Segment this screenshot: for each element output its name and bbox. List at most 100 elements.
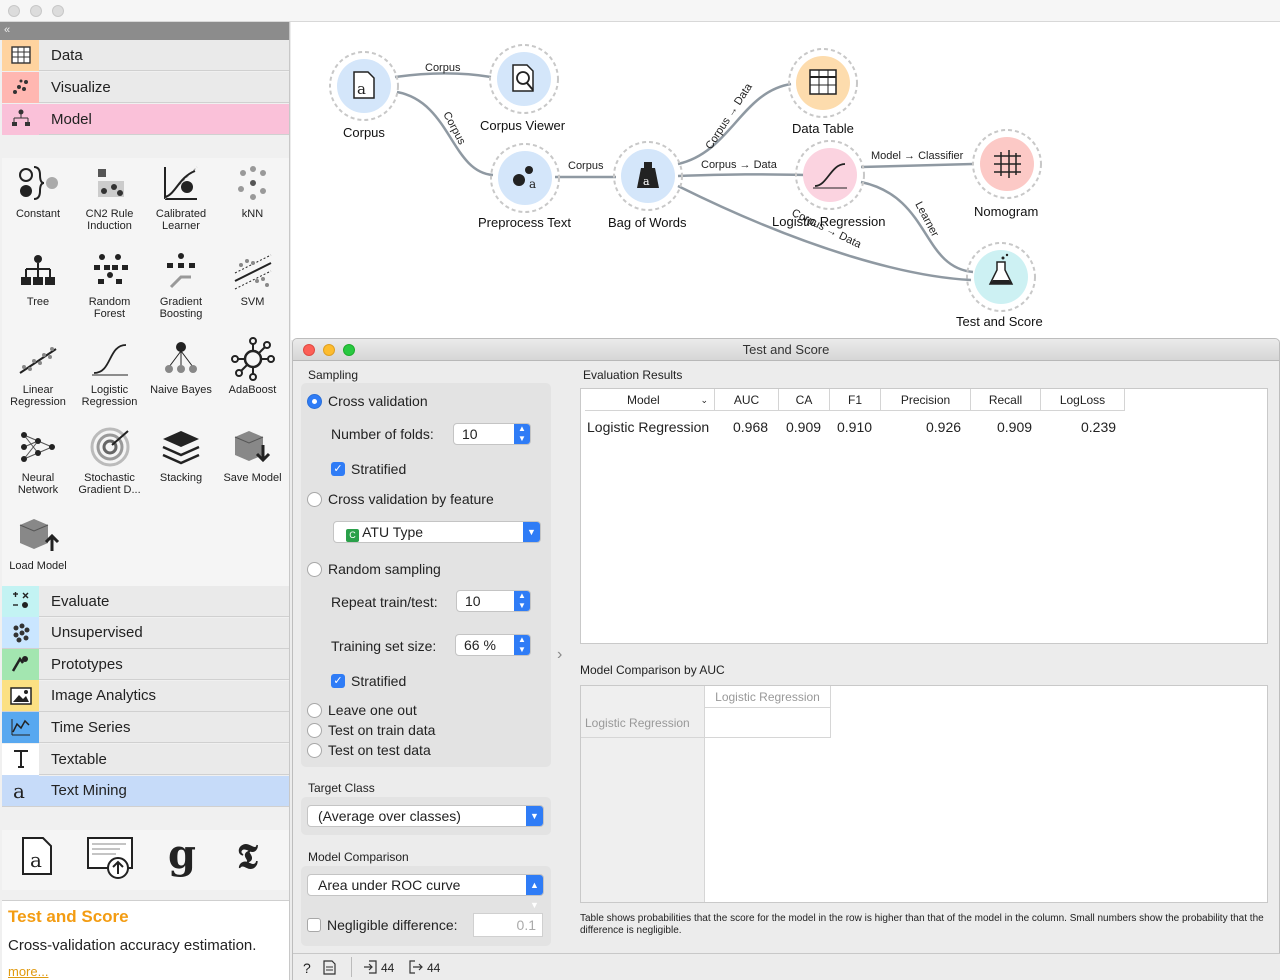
evaluation-results-table[interactable]: Model ⌄ AUC CA F1 Precision Recall LogLos… — [580, 388, 1268, 644]
more-link[interactable]: more... — [8, 964, 283, 979]
widget-logistic-regression[interactable]: Logistic Regression — [75, 336, 145, 408]
category-prototypes[interactable]: Prototypes — [2, 648, 289, 681]
category-textable[interactable]: Textable — [2, 743, 289, 775]
widget-label: Tree — [26, 296, 50, 308]
column-header-logloss[interactable]: LogLoss — [1041, 389, 1125, 411]
workflow-canvas[interactable]: Corpus Corpus Corpus Corpus → Data Corpu… — [291, 22, 1280, 340]
training-size-spinbox[interactable]: 66 % ▲ ▼ — [455, 634, 531, 656]
widget-label: Load Model — [9, 560, 67, 572]
widget-tree[interactable]: Tree — [3, 248, 73, 308]
widget-label: Random Forest — [88, 296, 131, 320]
cv-by-feature-radio[interactable]: Cross validation by feature — [307, 491, 494, 507]
category-model[interactable]: Model — [2, 103, 289, 135]
node-logistic-regression[interactable] — [795, 140, 865, 210]
minimize-dialog-button[interactable] — [323, 344, 335, 356]
widget-svm[interactable]: SVM — [218, 248, 288, 308]
tree-icon — [2, 103, 39, 135]
comparison-table[interactable]: Logistic Regression Logistic Regression — [580, 685, 1268, 903]
knn-icon — [218, 160, 288, 206]
random-sampling-radio[interactable]: Random sampling — [307, 561, 441, 577]
widget-save-model[interactable]: Save Model — [218, 424, 288, 484]
leave-one-out-radio[interactable]: Leave one out — [307, 702, 417, 718]
chevron-right-icon[interactable]: › — [557, 646, 562, 664]
zoom-dialog-button[interactable] — [343, 344, 355, 356]
stratified-random-checkbox[interactable]: ✓ Stratified — [331, 673, 406, 689]
output-count: 44 — [427, 961, 441, 975]
widget-constant[interactable]: Constant — [3, 160, 73, 220]
cross-validation-radio[interactable]: Cross validation — [307, 393, 428, 409]
node-label: Test and Score — [956, 314, 1043, 329]
widget-load-model[interactable]: Load Model — [3, 512, 73, 572]
dialog-title: Test and Score — [742, 342, 830, 357]
nyt-icon[interactable]: 𝕿 — [236, 834, 272, 881]
table-cell-ca: 0.909 — [786, 419, 822, 435]
widget-linear-regression[interactable]: Linear Regression — [3, 336, 73, 408]
node-bag-of-words[interactable]: a — [613, 141, 683, 211]
category-text-mining[interactable]: a Text Mining — [2, 775, 289, 807]
widget-stacking[interactable]: Stacking — [146, 424, 216, 484]
test-and-score-dialog: Test and Score Sampling Cross validation… — [292, 338, 1280, 980]
import-documents-icon[interactable] — [86, 834, 134, 883]
widget-label: Calibrated Learner — [155, 208, 207, 232]
minimize-window-button[interactable] — [30, 5, 42, 17]
close-window-button[interactable] — [8, 5, 20, 17]
repeat-spinbox[interactable]: 10 ▲ ▼ — [456, 590, 531, 612]
chevron-updown-icon: ▲ ▼ — [526, 875, 543, 910]
close-dialog-button[interactable] — [303, 344, 315, 356]
comparison-score-select[interactable]: Area under ROC curve ▲ ▼ — [307, 874, 544, 910]
text-mining-icon: a — [2, 775, 39, 807]
guardian-icon[interactable]: g — [166, 831, 202, 883]
widget-neural-network[interactable]: Neural Network — [3, 424, 73, 496]
target-class-select[interactable]: (Average over classes) ▼ — [307, 805, 544, 827]
widget-calibrated[interactable]: Calibrated Learner — [146, 160, 216, 232]
node-test-and-score[interactable] — [966, 242, 1036, 312]
negligible-checkbox[interactable]: Negligible difference: — [307, 917, 458, 933]
widget-label: CN2 Rule Induction — [85, 208, 134, 232]
widget-forest[interactable]: Random Forest — [75, 248, 145, 320]
model-widget-grid: Constant CN2 Rule Induction Calibrated Lea… — [2, 158, 289, 608]
column-header-precision[interactable]: Precision — [881, 389, 971, 411]
category-label: Image Analytics — [51, 687, 157, 705]
feature-select[interactable]: C ATU Type ▼ — [333, 521, 541, 543]
node-data-table[interactable] — [788, 48, 858, 118]
column-header-f1[interactable]: F1 — [830, 389, 881, 411]
logistic-regression-icon — [75, 336, 145, 382]
column-header-auc[interactable]: AUC — [715, 389, 779, 411]
zoom-window-button[interactable] — [52, 5, 64, 17]
category-evaluate[interactable]: Evaluate — [2, 585, 289, 617]
save-model-icon — [218, 424, 288, 470]
widget-sgd[interactable]: Stochastic Gradient D... — [75, 424, 145, 496]
column-header-ca[interactable]: CA — [779, 389, 830, 411]
widget-label: Save Model — [223, 472, 282, 484]
node-corpus-viewer[interactable] — [489, 44, 559, 114]
category-data[interactable]: Data — [2, 39, 289, 71]
widget-naive-bayes[interactable]: Naive Bayes — [146, 336, 216, 396]
report-icon[interactable] — [323, 960, 336, 978]
node-corpus[interactable]: a — [329, 51, 399, 121]
column-header-model[interactable]: Model ⌄ — [585, 389, 715, 411]
category-time-series[interactable]: Time Series — [2, 711, 289, 744]
widget-cn2[interactable]: CN2 Rule Induction — [75, 160, 145, 232]
node-preprocess-text[interactable]: a — [490, 143, 560, 213]
stratified-checkbox[interactable]: ✓ Stratified — [331, 461, 406, 477]
column-header-recall[interactable]: Recall — [971, 389, 1041, 411]
collapse-toolbox-button[interactable]: « — [0, 22, 289, 40]
node-nomogram[interactable] — [972, 129, 1042, 199]
corpus-icon[interactable]: a — [20, 836, 54, 879]
test-on-test-radio[interactable]: Test on test data — [307, 742, 431, 758]
folds-spinbox[interactable]: 10 ▲ ▼ — [453, 423, 531, 445]
category-unsupervised[interactable]: Unsupervised — [2, 617, 289, 649]
category-image-analytics[interactable]: Image Analytics — [2, 680, 289, 712]
widget-knn[interactable]: kNN — [218, 160, 288, 220]
widget-adaboost[interactable]: AdaBoost — [218, 336, 288, 396]
folds-label: Number of folds: — [331, 426, 434, 442]
widget-label: Stochastic Gradient D... — [78, 472, 141, 496]
model-comparison-title: Model Comparison — [308, 850, 409, 864]
test-on-train-radio[interactable]: Test on train data — [307, 722, 435, 738]
category-visualize[interactable]: Visualize — [2, 71, 289, 103]
widget-boosting[interactable]: Gradient Boosting — [146, 248, 216, 320]
help-icon[interactable]: ? — [303, 960, 311, 976]
negligible-value-input[interactable]: 0.1 — [473, 913, 543, 937]
table-icon — [809, 69, 837, 95]
widget-label: kNN — [241, 208, 264, 220]
